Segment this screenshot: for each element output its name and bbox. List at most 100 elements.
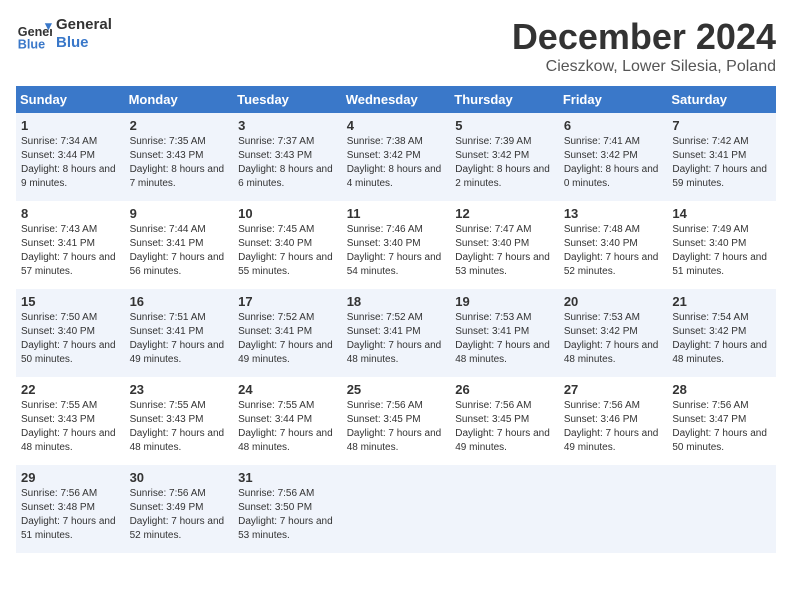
day-info: Sunrise: 7:43 AM Sunset: 3:41 PM Dayligh…	[21, 223, 120, 279]
day-number: 29	[21, 470, 120, 485]
day-number: 13	[564, 206, 663, 221]
day-number: 17	[238, 294, 337, 309]
day-info: Sunrise: 7:55 AM Sunset: 3:43 PM Dayligh…	[21, 399, 120, 455]
weekday-header-wednesday: Wednesday	[342, 86, 451, 113]
calendar-cell: 4Sunrise: 7:38 AM Sunset: 3:42 PM Daylig…	[342, 113, 451, 201]
calendar-header: SundayMondayTuesdayWednesdayThursdayFrid…	[16, 86, 776, 113]
calendar-cell: 21 Sunrise: 7:54 AM Sunset: 3:42 PM Dayli…	[667, 289, 776, 377]
calendar-cell: 24 Sunrise: 7:55 AM Sunset: 3:44 PM Dayli…	[233, 377, 342, 465]
weekday-header-saturday: Saturday	[667, 86, 776, 113]
calendar-cell: 3 Sunrise: 7:37 AM Sunset: 3:43 PM Daylig…	[233, 113, 342, 201]
calendar-cell: 30 Sunrise: 7:56 AM Sunset: 3:49 PM Dayli…	[125, 465, 234, 553]
day-info: Sunrise: 7:50 AM Sunset: 3:40 PM Dayligh…	[21, 311, 120, 367]
header: General Blue General Blue December 2024 …	[16, 16, 776, 76]
day-number: 5	[455, 118, 554, 133]
day-info: Sunrise: 7:55 AM Sunset: 3:44 PM Dayligh…	[238, 399, 337, 455]
weekday-header-tuesday: Tuesday	[233, 86, 342, 113]
calendar-cell: 14 Sunrise: 7:49 AM Sunset: 3:40 PM Dayli…	[667, 201, 776, 289]
day-info: Sunrise: 7:56 AM Sunset: 3:48 PM Dayligh…	[21, 487, 120, 543]
day-info: Sunrise: 7:42 AM Sunset: 3:41 PM Dayligh…	[672, 135, 771, 191]
day-number: 23	[130, 382, 229, 397]
day-info: Sunrise: 7:56 AM Sunset: 3:45 PM Dayligh…	[455, 399, 554, 455]
calendar-week-3: 15 Sunrise: 7:50 AM Sunset: 3:40 PM Dayli…	[16, 289, 776, 377]
day-info: Sunrise: 7:39 AM Sunset: 3:42 PM Dayligh…	[455, 135, 554, 191]
calendar-cell: 26Sunrise: 7:56 AM Sunset: 3:45 PM Dayli…	[450, 377, 559, 465]
day-number: 21	[672, 294, 771, 309]
calendar-cell	[342, 465, 451, 553]
calendar-cell: 27 Sunrise: 7:56 AM Sunset: 3:46 PM Dayli…	[559, 377, 668, 465]
day-number: 27	[564, 382, 663, 397]
calendar-cell: 31 Sunrise: 7:56 AM Sunset: 3:50 PM Dayli…	[233, 465, 342, 553]
calendar-week-4: 22 Sunrise: 7:55 AM Sunset: 3:43 PM Dayli…	[16, 377, 776, 465]
day-number: 3	[238, 118, 337, 133]
calendar-cell: 1 Sunrise: 7:34 AM Sunset: 3:44 PM Daylig…	[16, 113, 125, 201]
day-number: 14	[672, 206, 771, 221]
day-number: 22	[21, 382, 120, 397]
svg-text:Blue: Blue	[18, 37, 45, 51]
logo-icon: General Blue	[16, 16, 52, 52]
logo-general: General	[56, 16, 112, 34]
calendar-cell: 12Sunrise: 7:47 AM Sunset: 3:40 PM Dayli…	[450, 201, 559, 289]
day-number: 10	[238, 206, 337, 221]
day-number: 31	[238, 470, 337, 485]
calendar-cell: 22 Sunrise: 7:55 AM Sunset: 3:43 PM Dayli…	[16, 377, 125, 465]
day-number: 15	[21, 294, 120, 309]
calendar-cell: 20 Sunrise: 7:53 AM Sunset: 3:42 PM Dayli…	[559, 289, 668, 377]
calendar-cell: 7Sunrise: 7:42 AM Sunset: 3:41 PM Daylig…	[667, 113, 776, 201]
day-number: 11	[347, 206, 446, 221]
day-info: Sunrise: 7:55 AM Sunset: 3:43 PM Dayligh…	[130, 399, 229, 455]
calendar-week-2: 8Sunrise: 7:43 AM Sunset: 3:41 PM Daylig…	[16, 201, 776, 289]
day-info: Sunrise: 7:56 AM Sunset: 3:50 PM Dayligh…	[238, 487, 337, 543]
day-info: Sunrise: 7:56 AM Sunset: 3:49 PM Dayligh…	[130, 487, 229, 543]
day-number: 16	[130, 294, 229, 309]
day-info: Sunrise: 7:34 AM Sunset: 3:44 PM Dayligh…	[21, 135, 120, 191]
calendar-cell: 8Sunrise: 7:43 AM Sunset: 3:41 PM Daylig…	[16, 201, 125, 289]
day-info: Sunrise: 7:56 AM Sunset: 3:46 PM Dayligh…	[564, 399, 663, 455]
day-number: 30	[130, 470, 229, 485]
day-info: Sunrise: 7:54 AM Sunset: 3:42 PM Dayligh…	[672, 311, 771, 367]
weekday-header-sunday: Sunday	[16, 86, 125, 113]
calendar-cell: 23 Sunrise: 7:55 AM Sunset: 3:43 PM Dayli…	[125, 377, 234, 465]
day-number: 1	[21, 118, 120, 133]
calendar-cell: 28 Sunrise: 7:56 AM Sunset: 3:47 PM Dayli…	[667, 377, 776, 465]
day-number: 25	[347, 382, 446, 397]
calendar-cell: 13Sunrise: 7:48 AM Sunset: 3:40 PM Dayli…	[559, 201, 668, 289]
location-title: Cieszkow, Lower Silesia, Poland	[512, 58, 776, 76]
weekday-header-monday: Monday	[125, 86, 234, 113]
title-section: December 2024 Cieszkow, Lower Silesia, P…	[512, 16, 776, 76]
day-number: 28	[672, 382, 771, 397]
day-number: 12	[455, 206, 554, 221]
weekday-header-friday: Friday	[559, 86, 668, 113]
calendar-week-5: 29 Sunrise: 7:56 AM Sunset: 3:48 PM Dayli…	[16, 465, 776, 553]
day-number: 20	[564, 294, 663, 309]
calendar-cell: 29 Sunrise: 7:56 AM Sunset: 3:48 PM Dayli…	[16, 465, 125, 553]
calendar-cell	[667, 465, 776, 553]
logo: General Blue General Blue	[16, 16, 112, 52]
calendar-cell: 16 Sunrise: 7:51 AM Sunset: 3:41 PM Dayli…	[125, 289, 234, 377]
calendar-cell: 15 Sunrise: 7:50 AM Sunset: 3:40 PM Dayli…	[16, 289, 125, 377]
day-info: Sunrise: 7:51 AM Sunset: 3:41 PM Dayligh…	[130, 311, 229, 367]
weekday-header-thursday: Thursday	[450, 86, 559, 113]
calendar-cell: 17 Sunrise: 7:52 AM Sunset: 3:41 PM Dayli…	[233, 289, 342, 377]
day-info: Sunrise: 7:46 AM Sunset: 3:40 PM Dayligh…	[347, 223, 446, 279]
day-info: Sunrise: 7:52 AM Sunset: 3:41 PM Dayligh…	[238, 311, 337, 367]
calendar-cell: 10Sunrise: 7:45 AM Sunset: 3:40 PM Dayli…	[233, 201, 342, 289]
calendar-cell: 19Sunrise: 7:53 AM Sunset: 3:41 PM Dayli…	[450, 289, 559, 377]
day-info: Sunrise: 7:56 AM Sunset: 3:47 PM Dayligh…	[672, 399, 771, 455]
day-info: Sunrise: 7:37 AM Sunset: 3:43 PM Dayligh…	[238, 135, 337, 191]
month-title: December 2024	[512, 16, 776, 58]
calendar-cell	[559, 465, 668, 553]
day-number: 4	[347, 118, 446, 133]
day-info: Sunrise: 7:49 AM Sunset: 3:40 PM Dayligh…	[672, 223, 771, 279]
calendar-week-1: 1 Sunrise: 7:34 AM Sunset: 3:44 PM Daylig…	[16, 113, 776, 201]
calendar-cell: 6Sunrise: 7:41 AM Sunset: 3:42 PM Daylig…	[559, 113, 668, 201]
day-number: 18	[347, 294, 446, 309]
day-number: 24	[238, 382, 337, 397]
day-number: 2	[130, 118, 229, 133]
day-info: Sunrise: 7:35 AM Sunset: 3:43 PM Dayligh…	[130, 135, 229, 191]
day-info: Sunrise: 7:53 AM Sunset: 3:42 PM Dayligh…	[564, 311, 663, 367]
day-info: Sunrise: 7:53 AM Sunset: 3:41 PM Dayligh…	[455, 311, 554, 367]
calendar-cell: 25Sunrise: 7:56 AM Sunset: 3:45 PM Dayli…	[342, 377, 451, 465]
calendar-cell	[450, 465, 559, 553]
day-info: Sunrise: 7:44 AM Sunset: 3:41 PM Dayligh…	[130, 223, 229, 279]
